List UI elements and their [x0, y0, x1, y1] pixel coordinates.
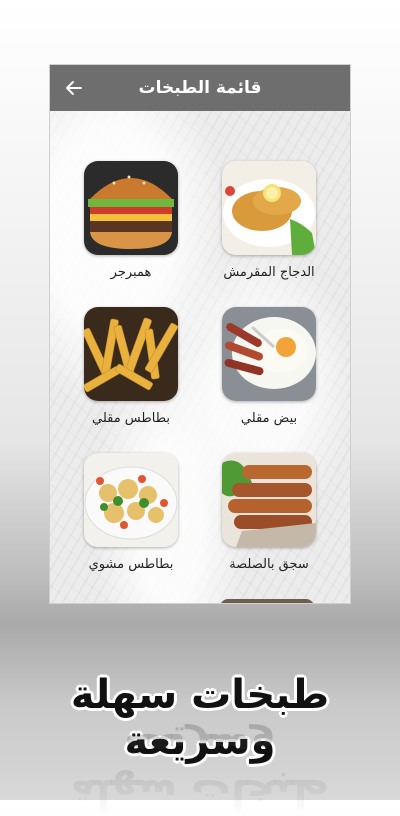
dish-label: بيض مقلي: [240, 411, 298, 426]
dish-label: همبرجر: [110, 265, 152, 280]
french-fries-image: [84, 307, 178, 401]
next-row-peek: [220, 599, 314, 603]
dish-label: بطاطس مشوي: [88, 557, 174, 572]
hamburger-image: [84, 161, 178, 255]
app-bar: قائمة الطبخات: [50, 65, 350, 111]
dish-card-roasted-potatoes[interactable]: بطاطس مشوي: [66, 453, 196, 572]
roasted-potatoes-image: [84, 453, 178, 547]
dish-card-sausage[interactable]: سجق بالصلصة: [204, 453, 334, 572]
dish-card-fried-egg[interactable]: بيض مقلي: [204, 307, 334, 426]
page-title: قائمة الطبخات: [138, 78, 262, 98]
dish-card-hamburger[interactable]: همبرجر: [66, 161, 196, 280]
back-button[interactable]: [60, 74, 88, 102]
dish-label: بطاطس مقلي: [92, 411, 170, 426]
dish-card-french-fries[interactable]: بطاطس مقلي: [66, 307, 196, 426]
dish-card-fried-chicken[interactable]: الدجاج المقرمش: [204, 161, 334, 280]
promo-headline-reflection: طبخات سهلة وسريعة: [70, 724, 330, 816]
dish-label: الدجاج المقرمش: [223, 265, 315, 280]
phone-screen: قائمة الطبخات الدجاج المقرمش همبرجر بيض …: [50, 65, 350, 603]
fried-chicken-image: [222, 161, 316, 255]
sausage-image: [222, 453, 316, 547]
dish-label: سجق بالصلصة: [229, 557, 309, 572]
fried-egg-image: [222, 307, 316, 401]
arrow-left-icon: [66, 81, 82, 95]
